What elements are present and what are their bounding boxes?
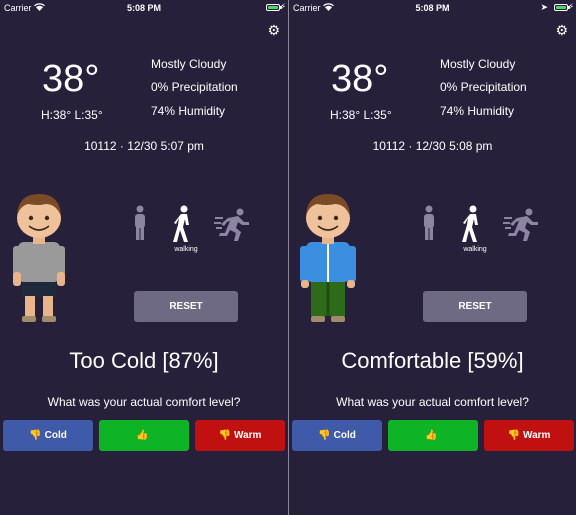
status-bar: Carrier 5:08 PM ⚡: [0, 0, 288, 16]
status-bar: Carrier 5:08 PM ➤ ⚡: [289, 0, 576, 16]
thumbs-down-icon: 👎: [29, 430, 42, 441]
comfort-question: What was your actual comfort level?: [47, 395, 241, 409]
battery-icon: [266, 4, 282, 11]
avatar-jacket: [300, 194, 356, 322]
location-timestamp: 10112 · 12/30 5:08 pm: [372, 139, 493, 153]
comfort-question: What was your actual comfort level?: [336, 395, 529, 409]
activity-label: walking: [174, 246, 198, 253]
gear-icon[interactable]: ⚙: [555, 22, 568, 39]
weather-condition: Mostly Cloudy: [440, 57, 516, 71]
thumbs-up-icon: 👍: [136, 430, 149, 441]
location-timestamp: 10112 · 12/30 5:07 pm: [84, 139, 204, 153]
comfortable-button[interactable]: 👍: [388, 420, 478, 451]
warm-label: Warm: [523, 430, 551, 441]
charging-bolt-icon: ⚡: [568, 2, 574, 11]
status-time: 5:08 PM: [415, 3, 450, 13]
screen-right: Carrier 5:08 PM ➤ ⚡ ⚙ 38° H:38° L:35° Mo…: [289, 0, 576, 515]
cold-button[interactable]: 👎 Cold: [3, 420, 93, 451]
warm-button[interactable]: 👎 Warm: [195, 420, 285, 451]
humidity: 74% Humidity: [151, 104, 226, 118]
temperature: 38°: [331, 58, 389, 100]
reset-button[interactable]: RESET: [423, 291, 527, 322]
walking-person-icon[interactable]: [172, 205, 196, 251]
thumbs-down-icon: 👎: [218, 430, 232, 441]
temperature: 38°: [42, 58, 100, 100]
comfortable-button[interactable]: 👍: [99, 420, 189, 451]
comfort-prediction: Too Cold [87%]: [69, 348, 219, 373]
thumbs-down-icon: 👎: [507, 430, 521, 441]
high-low-temperature: H:38° L:35°: [330, 108, 392, 122]
comfort-prediction: Comfortable [59%]: [341, 348, 524, 373]
precipitation: 0% Precipitation: [151, 80, 238, 94]
standing-person-icon[interactable]: [131, 205, 149, 249]
humidity: 74% Humidity: [440, 104, 515, 118]
weather-condition: Mostly Cloudy: [151, 57, 227, 71]
high-low-temperature: H:38° L:35°: [41, 108, 103, 122]
warm-label: Warm: [234, 430, 262, 441]
charging-bolt-icon: ⚡: [280, 2, 286, 11]
cold-label: Cold: [44, 430, 67, 441]
battery-icon: [554, 4, 570, 11]
walking-person-icon[interactable]: [461, 205, 485, 251]
reset-button[interactable]: RESET: [134, 291, 238, 322]
cold-label: Cold: [333, 430, 356, 441]
location-arrow-icon: ➤: [540, 2, 548, 12]
running-person-icon[interactable]: [503, 208, 539, 250]
cold-button[interactable]: 👎 Cold: [292, 420, 382, 451]
activity-label: walking: [463, 246, 487, 253]
thumbs-up-icon: 👍: [425, 430, 438, 441]
status-time: 5:08 PM: [126, 3, 161, 13]
avatar-tshirt: [13, 194, 65, 322]
running-person-icon[interactable]: [214, 208, 250, 250]
gear-icon[interactable]: ⚙: [267, 22, 280, 39]
standing-person-icon[interactable]: [420, 205, 438, 249]
precipitation: 0% Precipitation: [440, 80, 527, 94]
screen-left: Carrier 5:08 PM ⚡ ⚙ 38° H:38° L:35° Most…: [0, 0, 288, 515]
thumbs-down-icon: 👎: [318, 430, 331, 441]
warm-button[interactable]: 👎 Warm: [484, 420, 574, 451]
